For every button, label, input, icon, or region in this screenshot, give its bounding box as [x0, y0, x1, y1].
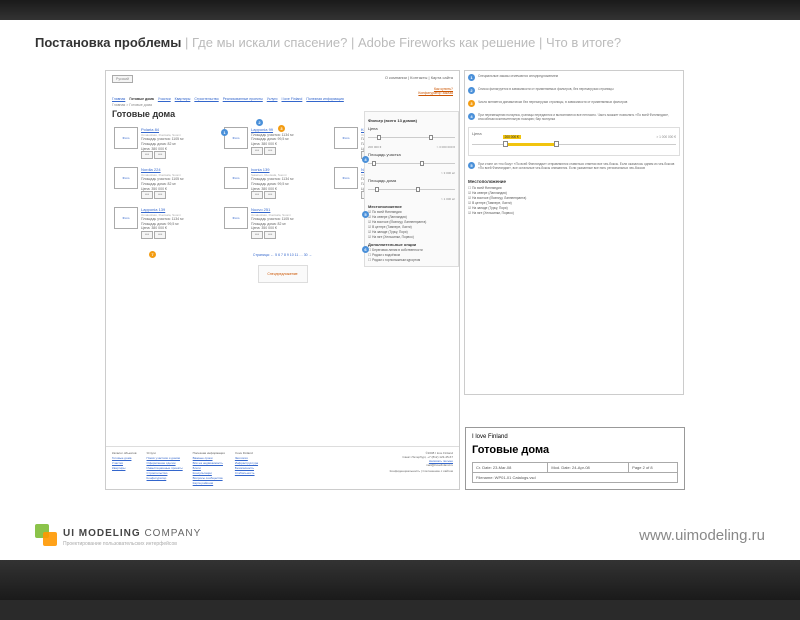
crumb: Adobe Fireworks как решение	[358, 35, 535, 50]
house-slider[interactable]	[368, 185, 455, 195]
price-slider-example[interactable]: 200 000 € > 1 000 000 €	[472, 138, 676, 152]
page-footer: Каталог объектовГотовые домаУчасткиКварт…	[106, 446, 459, 489]
footer-col: Каталог объектовГотовые домаУчасткиКварт…	[112, 451, 137, 485]
title-card: I love Finland Готовые дома Cr. Date: 23…	[465, 427, 685, 490]
main-nav: Главная Готовые дома Участки Квартиры Ст…	[106, 95, 459, 103]
filter-sidebar: Фильтр (всего 13 домов) Цена 200 000 €> …	[364, 111, 459, 267]
lot-slider[interactable]	[368, 159, 455, 169]
annotation-3: 3	[278, 125, 285, 132]
annotation-5: 5	[362, 211, 369, 218]
photo-placeholder[interactable]: Фото	[114, 167, 138, 189]
loc-checkbox[interactable]: По всей Финляндии	[468, 186, 680, 190]
slide-footer: UI MODELING COMPANY Проектирование польз…	[0, 510, 800, 560]
product-card[interactable]: ФотоLapponia 99Площадь участка: 1134 м²П…	[220, 125, 330, 161]
loc-checkbox[interactable]: В центре (Тампере, Лахти)	[468, 201, 680, 205]
annotation-4: 4	[362, 156, 369, 163]
crumb: Что в итоге?	[546, 35, 621, 50]
location-example: Местоположение По всей ФинляндииНа север…	[468, 179, 680, 215]
product-card[interactable]: ФотоIvonia 139Salainen, Ruotsala, SuomiП…	[220, 165, 330, 201]
filter-checkbox[interactable]: Береговая линия в собственности	[368, 248, 455, 252]
loc-checkbox[interactable]: На юге (Хельсинки, Порвоо)	[468, 211, 680, 215]
company-url: www.uimodeling.ru	[639, 527, 765, 544]
photo-placeholder[interactable]: Фото	[334, 167, 358, 189]
loc-checkbox[interactable]: На севере (Лапландия)	[468, 191, 680, 195]
filter-checkbox[interactable]: Рядом с горнолыжным курортом	[368, 258, 455, 262]
filter-checkbox[interactable]: На юге (Хельсинки, Порвоо)	[368, 235, 455, 239]
annotation-6: 6	[362, 246, 369, 253]
footer-col: I love FinlandЭкологияИнфраструктураБезо…	[235, 451, 258, 485]
loc-checkbox[interactable]: На западе (Турку, Пори)	[468, 206, 680, 210]
price-slider[interactable]	[368, 133, 455, 143]
product-card[interactable]: ФотоLapponia 139Omakotitalo, Ruotsala, S…	[110, 205, 220, 241]
photo-placeholder[interactable]: Фото	[334, 127, 358, 149]
price-example: Цена 200 000 € > 1 000 000 €	[468, 127, 680, 156]
mockup-area: Русский О компании | Контакты | Карта са…	[105, 70, 685, 490]
filter-checkbox[interactable]: На востоке (Йоэнсуу, Лаппеенранта)	[368, 220, 455, 224]
wireframe-notes: 1Специальные заказы отмечаются спецпредл…	[464, 70, 684, 395]
annotation-2: 2	[256, 119, 263, 126]
filter-checkbox[interactable]: По всей Финляндии	[368, 210, 455, 214]
crumb-active: Постановка проблемы	[35, 35, 181, 50]
logo-icon	[35, 524, 57, 546]
filter-checkbox[interactable]: Рядом с водоёмом	[368, 253, 455, 257]
slide: Постановка проблемы | Где мы искали спас…	[0, 20, 800, 560]
annotation-7: 7	[149, 251, 156, 258]
product-card[interactable]: ФотоNordia 224Omakotitalo, Ruotsala, Suo…	[110, 165, 220, 201]
filter-checkbox[interactable]: В центре (Тампере, Лахти)	[368, 225, 455, 229]
footer-col: УслугиПоиск участков и домовОформление с…	[147, 451, 183, 485]
photo-placeholder[interactable]: Фото	[114, 207, 138, 229]
top-links: О компании | Контакты | Карта сайта	[385, 75, 453, 83]
loc-checkbox[interactable]: На востоке (Йоэнсуу, Лаппеенранта)	[468, 196, 680, 200]
product-card[interactable]: ФотоPolaria 84Omakotitalo, Ruotsala, Suo…	[110, 125, 220, 161]
wireframe-catalog: Русский О компании | Контакты | Карта са…	[105, 70, 460, 490]
lang-button[interactable]: Русский	[112, 75, 133, 83]
promo-box[interactable]: Спецпредложение	[258, 265, 308, 283]
breadcrumb: Постановка проблемы | Где мы искали спас…	[35, 35, 765, 50]
footer-col: Полезная информацияВажные срокиВсё на не…	[193, 451, 225, 485]
filter-checkbox[interactable]: На севере (Лапландия)	[368, 215, 455, 219]
filter-checkbox[interactable]: На западе (Турку, Пори)	[368, 230, 455, 234]
photo-placeholder[interactable]: Фото	[224, 207, 248, 229]
photo-placeholder[interactable]: Фото	[224, 167, 248, 189]
company-logo: UI MODELING COMPANY Проектирование польз…	[35, 523, 201, 547]
photo-placeholder[interactable]: Фото	[114, 127, 138, 149]
product-card[interactable]: ФотоNuovo 251Omakotitalo, Ruotsala, Suom…	[220, 205, 330, 241]
footer-contact: ©2008 I love Finland Санкт-Петербург, +7…	[390, 451, 453, 485]
annotation-1: 1	[221, 129, 228, 136]
crumb: Где мы искали спасение?	[192, 35, 347, 50]
